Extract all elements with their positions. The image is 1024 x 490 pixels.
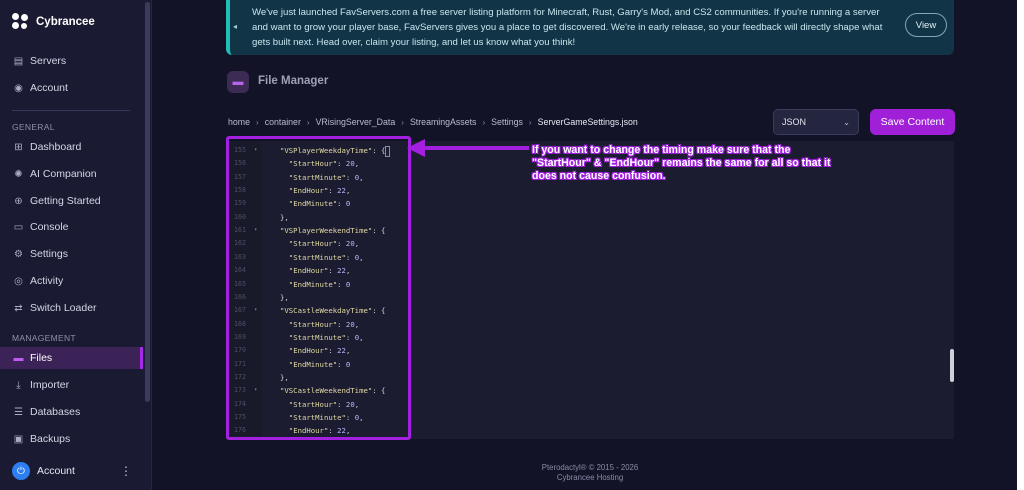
sidebar-item-ai-companion[interactable]: ✺ AI Companion <box>0 163 143 185</box>
folder-icon: ▬ <box>13 352 24 364</box>
chevron-right-icon: › <box>528 117 532 127</box>
sidebar-item-switch-loader[interactable]: ⇄ Switch Loader <box>0 297 143 319</box>
sidebar-item-label: Activity <box>30 275 64 287</box>
brand-name: Cybrancee <box>36 15 95 28</box>
breadcrumb-link[interactable]: home <box>228 117 250 127</box>
announcement-banner: ◂ We've just launched FavServers.com a f… <box>226 0 954 55</box>
breadcrumb-link[interactable]: container <box>265 117 301 127</box>
sidebar-item-label: Account <box>30 82 68 94</box>
section-title-general: GENERAL <box>12 122 55 132</box>
sidebar-item-backups[interactable]: ▣ Backups <box>0 428 143 450</box>
footer-copyright: Pterodactyl® © 2015 - 2026 <box>541 463 639 472</box>
archive-icon: ▣ <box>13 433 24 445</box>
megaphone-icon: ◂ <box>233 22 238 31</box>
breadcrumb-link[interactable]: VRisingServer_Data <box>316 117 396 127</box>
account-label: Account <box>37 465 75 477</box>
annotation-highlight-box <box>226 136 411 440</box>
view-button[interactable]: View <box>905 13 947 37</box>
sidebar-item-label: Settings <box>30 248 68 260</box>
brand[interactable]: Cybrancee <box>12 13 95 30</box>
annotation-arrow <box>407 139 529 157</box>
chevron-right-icon: › <box>401 117 404 127</box>
sidebar-scrollbar[interactable] <box>145 2 150 402</box>
sidebar-item-settings[interactable]: ⚙ Settings <box>0 243 143 265</box>
sidebar-divider <box>12 110 130 111</box>
sidebar-item-activity[interactable]: ◎ Activity <box>0 270 143 292</box>
sidebar-item-servers[interactable]: ▤ Servers <box>0 50 143 72</box>
breadcrumb-current: ServerGameSettings.json <box>537 117 638 127</box>
sidebar-item-label: Importer <box>30 379 70 391</box>
sidebar-item-label: Backups <box>30 433 71 445</box>
breadcrumb-link[interactable]: Settings <box>491 117 523 127</box>
app-window: Cybrancee ▤ Servers ◉ Account GENERAL ⊞ … <box>0 0 1017 490</box>
language-select-value: JSON <box>782 117 807 127</box>
sidebar-item-label: Databases <box>30 406 81 418</box>
chevron-right-icon: › <box>306 117 310 127</box>
footer: Pterodactyl® © 2015 - 2026 Cybrancee Hos… <box>485 463 695 483</box>
sidebar-item-label: Console <box>30 221 69 233</box>
banner-text: We've just launched FavServers.com a fre… <box>252 7 883 48</box>
sidebar-item-databases[interactable]: ☰ Databases <box>0 401 143 423</box>
terminal-icon: ▭ <box>13 221 24 233</box>
sidebar: Cybrancee ▤ Servers ◉ Account GENERAL ⊞ … <box>0 0 152 490</box>
sidebar-item-console[interactable]: ▭ Console <box>0 216 143 238</box>
download-icon: ⤓ <box>16 379 21 391</box>
sidebar-item-label: AI Companion <box>30 168 97 180</box>
chevron-down-icon: ⌄ <box>843 117 850 127</box>
folder-icon: ▬ <box>227 71 249 93</box>
save-content-button[interactable]: Save Content <box>870 109 955 135</box>
footer-host: Cybrancee Hosting <box>556 473 624 482</box>
bot-icon: ✺ <box>14 168 23 180</box>
sidebar-item-dashboard[interactable]: ⊞ Dashboard <box>0 136 143 158</box>
account-icon: ◉ <box>14 82 23 94</box>
brand-logo-icon <box>12 13 29 30</box>
editor-scrollbar[interactable] <box>950 349 954 382</box>
sidebar-item-label: Files <box>30 352 53 364</box>
page-title: File Manager <box>258 75 329 87</box>
sidebar-item-label: Switch Loader <box>30 302 97 314</box>
server-icon: ▤ <box>13 55 24 67</box>
sidebar-item-label: Dashboard <box>30 141 82 153</box>
database-icon: ☰ <box>14 406 23 418</box>
section-title-management: MANAGEMENT <box>12 333 76 343</box>
more-menu-icon[interactable]: ⋮ <box>120 464 132 478</box>
sidebar-item-label: Getting Started <box>30 195 101 207</box>
compass-icon: ⊕ <box>14 195 23 207</box>
sidebar-item-account[interactable]: ◉ Account <box>0 77 143 99</box>
sidebar-item-importer[interactable]: ⤓ Importer <box>0 374 143 396</box>
annotation-text: If you want to change the timing make su… <box>532 144 831 183</box>
chevron-right-icon: › <box>482 117 486 127</box>
account-bar[interactable]: ⏻ Account ⋮ <box>12 462 132 480</box>
switch-icon: ⇄ <box>14 302 23 314</box>
gear-icon: ⚙ <box>14 248 23 260</box>
avatar: ⏻ <box>12 462 30 480</box>
grid-icon: ⊞ <box>14 141 23 153</box>
breadcrumb-link[interactable]: StreamingAssets <box>410 117 477 127</box>
eye-icon: ◎ <box>14 275 23 287</box>
chevron-right-icon: › <box>256 117 259 127</box>
sidebar-item-getting-started[interactable]: ⊕ Getting Started <box>0 190 143 212</box>
sidebar-item-files[interactable]: ▬ Files <box>0 347 143 369</box>
language-select[interactable]: JSON ⌄ <box>773 109 859 135</box>
breadcrumb: home › container › VRisingServer_Data › … <box>228 117 638 127</box>
sidebar-item-label: Servers <box>30 55 67 67</box>
